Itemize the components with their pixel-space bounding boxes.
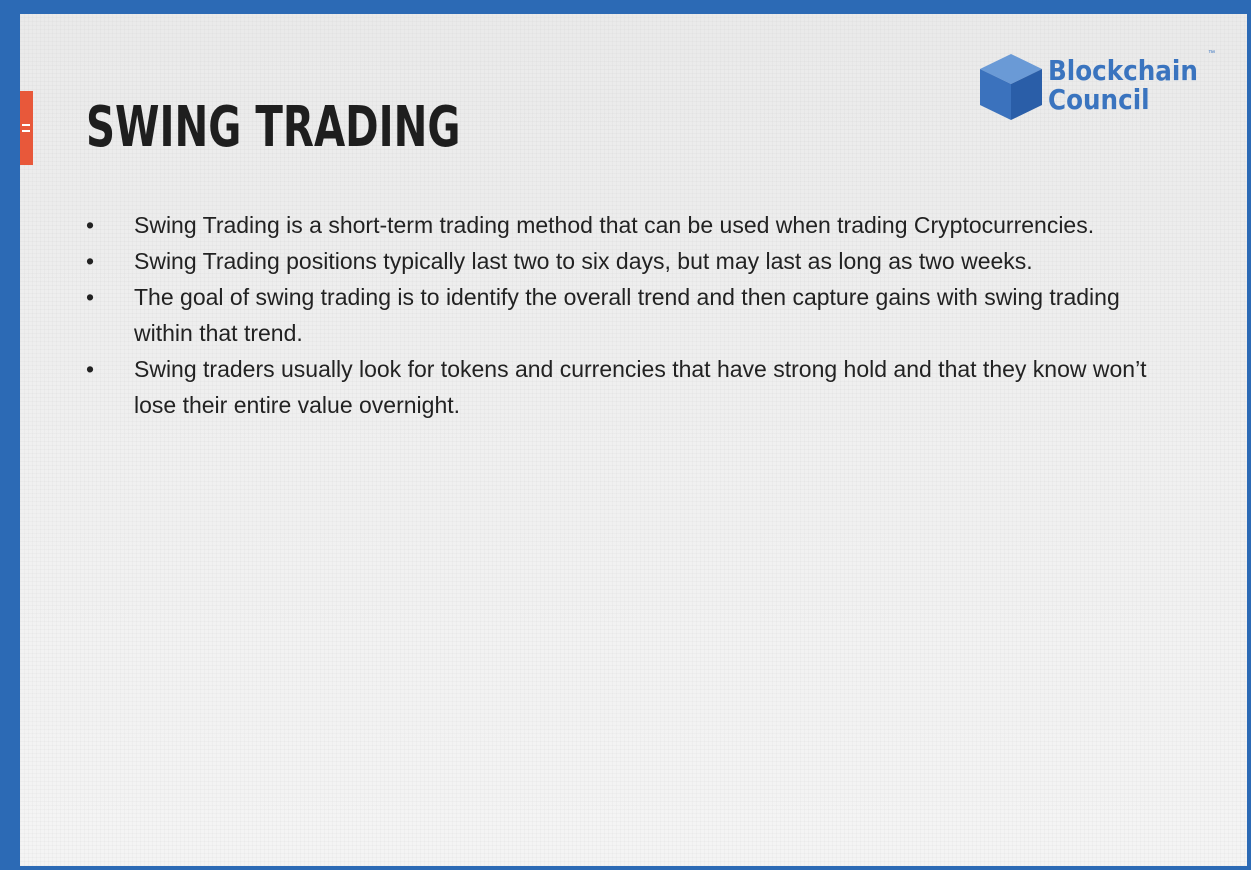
logo-line-2: Council <box>1048 83 1150 116</box>
blockchain-council-logo: Blockchain Council ™ <box>978 50 1222 126</box>
bullet-dot: • <box>86 284 95 310</box>
cube-icon <box>980 54 1042 120</box>
bullet-dot: • <box>86 356 95 382</box>
frame-border-top <box>0 0 1251 14</box>
bullet-text: Swing Trading is a short-term trading me… <box>134 212 1095 238</box>
slide-title: SWING TRADING <box>86 95 461 160</box>
frame-border-right <box>1247 0 1251 870</box>
accent-tab <box>20 91 33 165</box>
bullet-dot: • <box>86 248 95 274</box>
frame-border-left <box>0 0 20 870</box>
bullet-text: Swing Trading positions typically last t… <box>134 248 1033 274</box>
bullet-item: • The goal of swing trading is to identi… <box>86 279 1166 351</box>
bullet-item: • Swing Trading positions typically last… <box>86 243 1166 279</box>
logo-line-1: Blockchain <box>1048 54 1198 87</box>
slide-frame: SWING TRADING Blockchain Council ™ • Swi… <box>0 0 1251 870</box>
bullet-text: The goal of swing trading is to identify… <box>134 284 1120 346</box>
bullet-item: • Swing traders usually look for tokens … <box>86 351 1166 423</box>
frame-border-bottom <box>0 866 1251 870</box>
menu-lines-icon <box>22 124 30 132</box>
bullet-item: • Swing Trading is a short-term trading … <box>86 207 1166 243</box>
trademark-mark: ™ <box>1208 50 1215 57</box>
bullet-dot: • <box>86 212 95 238</box>
bullet-list: • Swing Trading is a short-term trading … <box>86 207 1166 423</box>
logo-text: Blockchain Council <box>1048 56 1198 114</box>
bullet-text: Swing traders usually look for tokens an… <box>134 356 1147 418</box>
